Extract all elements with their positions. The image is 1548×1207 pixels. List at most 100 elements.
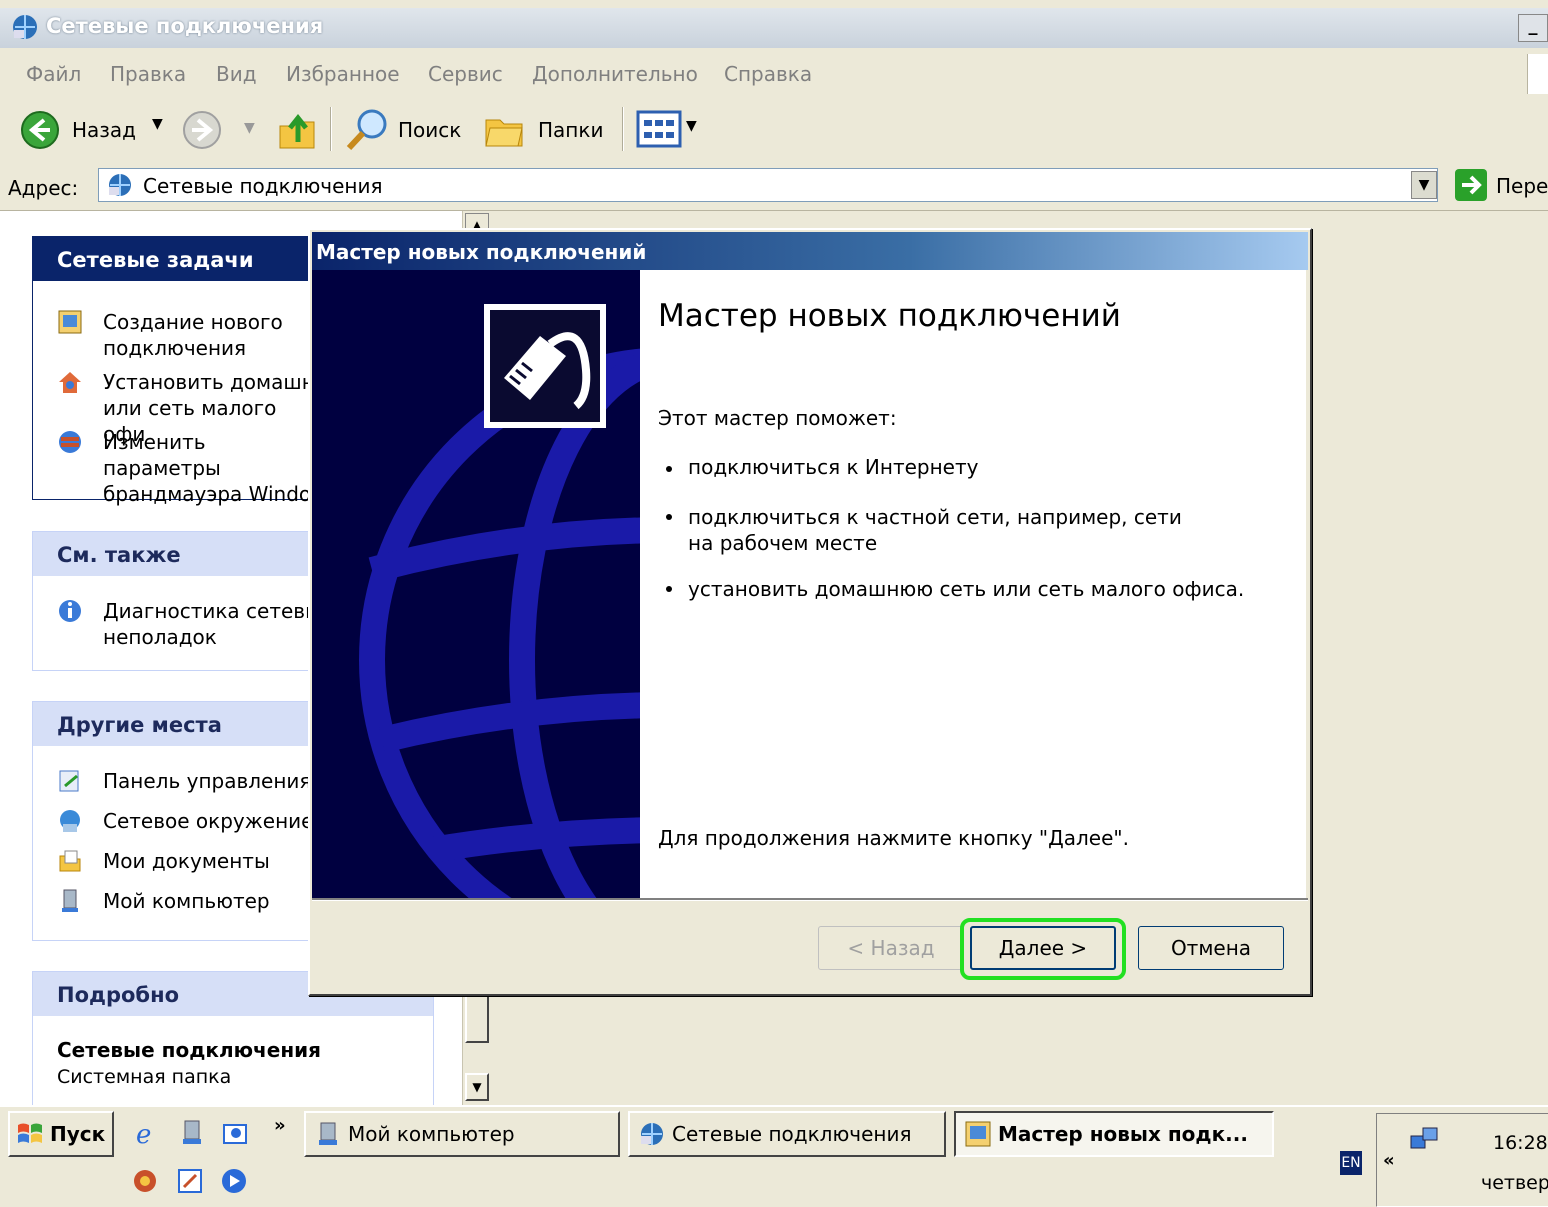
- address-input[interactable]: Сетевые подключения ▼: [98, 168, 1438, 202]
- menu-view[interactable]: Вид: [216, 62, 257, 86]
- home-network-icon: [59, 372, 81, 393]
- go-button[interactable]: Пере: [1454, 168, 1548, 202]
- wizard-titlebar[interactable]: Мастер новых подключений: [312, 232, 1308, 270]
- network-tasks-title: Сетевые задачи: [57, 248, 254, 272]
- back-arrow-icon: [21, 111, 59, 149]
- notepad-icon[interactable]: [176, 1167, 204, 1195]
- network-status-icon[interactable]: [1409, 1126, 1439, 1154]
- folders-label: Папки: [538, 118, 604, 142]
- address-value: Сетевые подключения: [143, 174, 383, 198]
- address-bar: Адрес: Сетевые подключения ▼ Пере: [0, 160, 1548, 211]
- forward-arrow-icon: [183, 111, 221, 149]
- address-label: Адрес:: [8, 176, 79, 200]
- system-tray: « 16:28 четвер: [1376, 1113, 1548, 1207]
- bullet-icon: [666, 514, 672, 520]
- menu-advanced[interactable]: Дополнительно: [532, 62, 698, 86]
- language-indicator[interactable]: EN: [1340, 1151, 1362, 1175]
- new-connection-icon: [965, 1121, 991, 1147]
- window-title: Сетевые подключения: [46, 14, 324, 38]
- wizard-title: Мастер новых подключений: [316, 240, 647, 264]
- outlook-express-icon[interactable]: [222, 1119, 250, 1147]
- menu-tools[interactable]: Сервис: [428, 62, 503, 86]
- clock-day: четвер: [1481, 1172, 1548, 1194]
- task-new-connection-wizard[interactable]: Мастер новых подк...: [954, 1111, 1274, 1157]
- wizard-back-button[interactable]: < Назад: [818, 926, 964, 970]
- views-button[interactable]: ▼: [636, 110, 706, 150]
- network-connections-icon: [641, 1123, 663, 1145]
- minimize-button[interactable]: _: [1518, 14, 1548, 42]
- toolbar-separator: [330, 107, 332, 151]
- back-dropdown-icon[interactable]: ▼: [152, 116, 163, 132]
- menu-help[interactable]: Справка: [724, 62, 812, 86]
- quicklaunch-more-icon[interactable]: »: [274, 1115, 286, 1136]
- wizard-cancel-button[interactable]: Отмена: [1138, 926, 1284, 970]
- back-label: Назад: [72, 118, 137, 142]
- network-plug-icon-frame: [484, 304, 606, 428]
- folders-button[interactable]: Папки: [482, 108, 608, 152]
- network-connections-icon: [109, 174, 131, 196]
- control-panel-label: Панель управления: [103, 769, 312, 793]
- forward-button[interactable]: ▼: [182, 110, 262, 150]
- media-player-icon[interactable]: [220, 1167, 248, 1195]
- start-button[interactable]: Пуск: [8, 1111, 114, 1157]
- views-icon: [636, 110, 682, 148]
- settings-gear-icon[interactable]: [130, 1167, 160, 1195]
- wizard-next-button[interactable]: Далее >: [970, 926, 1116, 970]
- bullet-icon: [666, 586, 672, 592]
- search-button[interactable]: Поиск: [344, 106, 470, 152]
- windows-logo-icon: [18, 1123, 42, 1143]
- my-computer-icon: [319, 1122, 337, 1145]
- svg-text:e: e: [136, 1120, 151, 1147]
- search-label: Поиск: [398, 118, 462, 142]
- other-places-title: Другие места: [57, 713, 222, 737]
- wizard-heading: Мастер новых подключений: [658, 298, 1121, 334]
- my-documents-label: Мои документы: [103, 849, 270, 873]
- new-connection-icon: [58, 310, 82, 334]
- details-name: Сетевые подключения: [57, 1038, 322, 1062]
- wizard-continue-hint: Для продолжения нажмите кнопку "Далее".: [658, 826, 1129, 850]
- views-dropdown-icon: ▼: [686, 118, 697, 134]
- wizard-divider: [312, 898, 1308, 901]
- menu-bar: Файл Правка Вид Избранное Сервис Дополни…: [0, 48, 1548, 99]
- tray-expand-icon[interactable]: «: [1383, 1150, 1395, 1171]
- throbber-box: [1527, 54, 1548, 94]
- my-documents-icon: [59, 850, 81, 872]
- go-arrow-icon: [1455, 169, 1487, 201]
- task-label: Сетевые подключения: [672, 1122, 912, 1146]
- task-my-computer[interactable]: Мой компьютер: [304, 1111, 620, 1157]
- address-dropdown-button[interactable]: ▼: [1411, 171, 1437, 199]
- wizard-bullet-3: установить домашнюю сеть или сеть малого…: [688, 577, 1245, 601]
- network-connections-icon: [10, 12, 40, 47]
- wizard-side-banner: [312, 270, 640, 898]
- folders-icon: [485, 119, 523, 147]
- control-panel-icon: [59, 770, 79, 792]
- menu-file[interactable]: Файл: [26, 62, 81, 86]
- clock-time[interactable]: 16:28: [1493, 1132, 1548, 1154]
- create-connection-label: Создание нового подключения: [103, 310, 283, 360]
- toolbar-separator: [622, 107, 624, 151]
- forward-dropdown-icon[interactable]: ▼: [244, 120, 255, 136]
- back-button[interactable]: Назад ▼: [20, 110, 165, 150]
- search-icon: [346, 109, 387, 151]
- details-type: Системная папка: [57, 1066, 232, 1088]
- start-label: Пуск: [50, 1122, 106, 1146]
- details-title: Подробно: [57, 983, 180, 1007]
- wizard-bullet-1: подключиться к Интернету: [688, 455, 979, 479]
- my-computer-icon: [62, 889, 78, 912]
- internet-explorer-icon[interactable]: e: [134, 1119, 162, 1147]
- up-folder-icon[interactable]: [276, 108, 320, 152]
- bullet-icon: [666, 466, 672, 472]
- go-label: Пере: [1496, 174, 1548, 198]
- task-network-connections[interactable]: Сетевые подключения: [628, 1111, 946, 1157]
- my-computer-label: Мой компьютер: [103, 889, 270, 913]
- info-icon: [59, 600, 81, 622]
- my-computer-quicklaunch-icon[interactable]: [180, 1119, 204, 1147]
- network-diagnostics-label: Диагностика сетевы неполадок: [103, 599, 321, 649]
- toolbar: Назад ▼ ▼ Поиск Папки ▼: [0, 98, 1548, 161]
- menu-edit[interactable]: Правка: [110, 62, 186, 86]
- task-label: Мастер новых подк...: [998, 1122, 1248, 1146]
- wizard-content: Мастер новых подключений Этот мастер пом…: [640, 270, 1306, 898]
- see-also-title: См. также: [57, 543, 181, 567]
- menu-favorites[interactable]: Избранное: [286, 62, 400, 86]
- scroll-down-button[interactable]: ▼: [465, 1073, 489, 1101]
